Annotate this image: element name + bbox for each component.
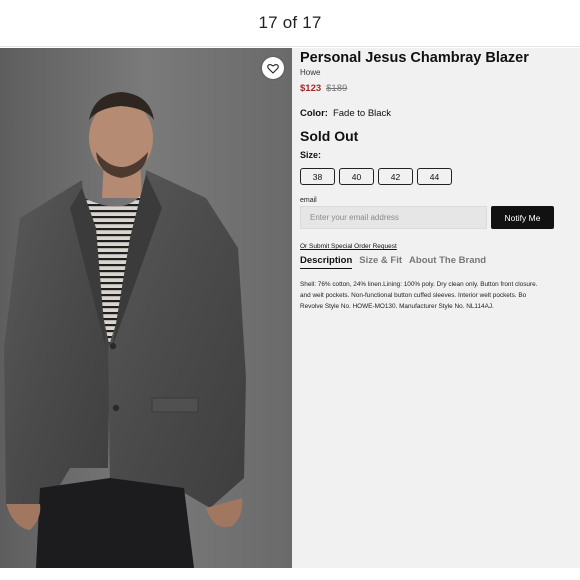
favorite-button[interactable] bbox=[262, 57, 284, 79]
product-details: Personal Jesus Chambray Blazer Howe $123… bbox=[300, 48, 580, 568]
product-brand[interactable]: Howe bbox=[300, 68, 320, 77]
size-options: 38 40 42 44 bbox=[300, 168, 452, 185]
stock-status: Sold Out bbox=[300, 128, 359, 144]
image-counter: 17 of 17 bbox=[258, 13, 322, 32]
size-label: Size: bbox=[300, 150, 322, 160]
color-row: Color: Fade to Black bbox=[300, 108, 391, 119]
email-input[interactable] bbox=[300, 206, 487, 229]
sale-price: $123 bbox=[300, 83, 322, 94]
size-option-44[interactable]: 44 bbox=[417, 168, 452, 185]
size-option-40[interactable]: 40 bbox=[339, 168, 374, 185]
product-photo[interactable] bbox=[0, 48, 292, 568]
product-description: Shell: 76% cotton, 24% linen.Lining: 100… bbox=[300, 279, 580, 312]
special-order-link[interactable]: Or Submit Special Order Request bbox=[300, 243, 397, 250]
color-label: Color: bbox=[300, 108, 328, 119]
bottom-bar bbox=[0, 568, 580, 580]
description-line: Shell: 76% cotton, 24% linen.Lining: 100… bbox=[300, 281, 538, 288]
model-illustration bbox=[0, 48, 292, 568]
tab-size-fit[interactable]: Size & Fit bbox=[359, 255, 402, 269]
tab-about-brand[interactable]: About The Brand bbox=[409, 255, 486, 269]
size-option-38[interactable]: 38 bbox=[300, 168, 335, 185]
description-line: Revolve Style No. HOWE-MO130. Manufactur… bbox=[300, 303, 494, 310]
description-line: and welt pockets. Non-functional button … bbox=[300, 292, 527, 299]
original-price: $189 bbox=[326, 83, 348, 94]
product-title: Personal Jesus Chambray Blazer bbox=[300, 50, 529, 66]
heart-icon bbox=[267, 63, 279, 74]
price-row: $123 $189 bbox=[300, 83, 347, 94]
info-tabs: Description Size & Fit About The Brand bbox=[300, 255, 486, 269]
gallery-header: 17 of 17 bbox=[0, 0, 580, 47]
tab-description[interactable]: Description bbox=[300, 255, 353, 269]
color-value: Fade to Black bbox=[332, 108, 392, 119]
email-label: email bbox=[300, 197, 317, 204]
notify-me-button[interactable]: Notify Me bbox=[491, 206, 554, 229]
size-option-42[interactable]: 42 bbox=[378, 168, 413, 185]
